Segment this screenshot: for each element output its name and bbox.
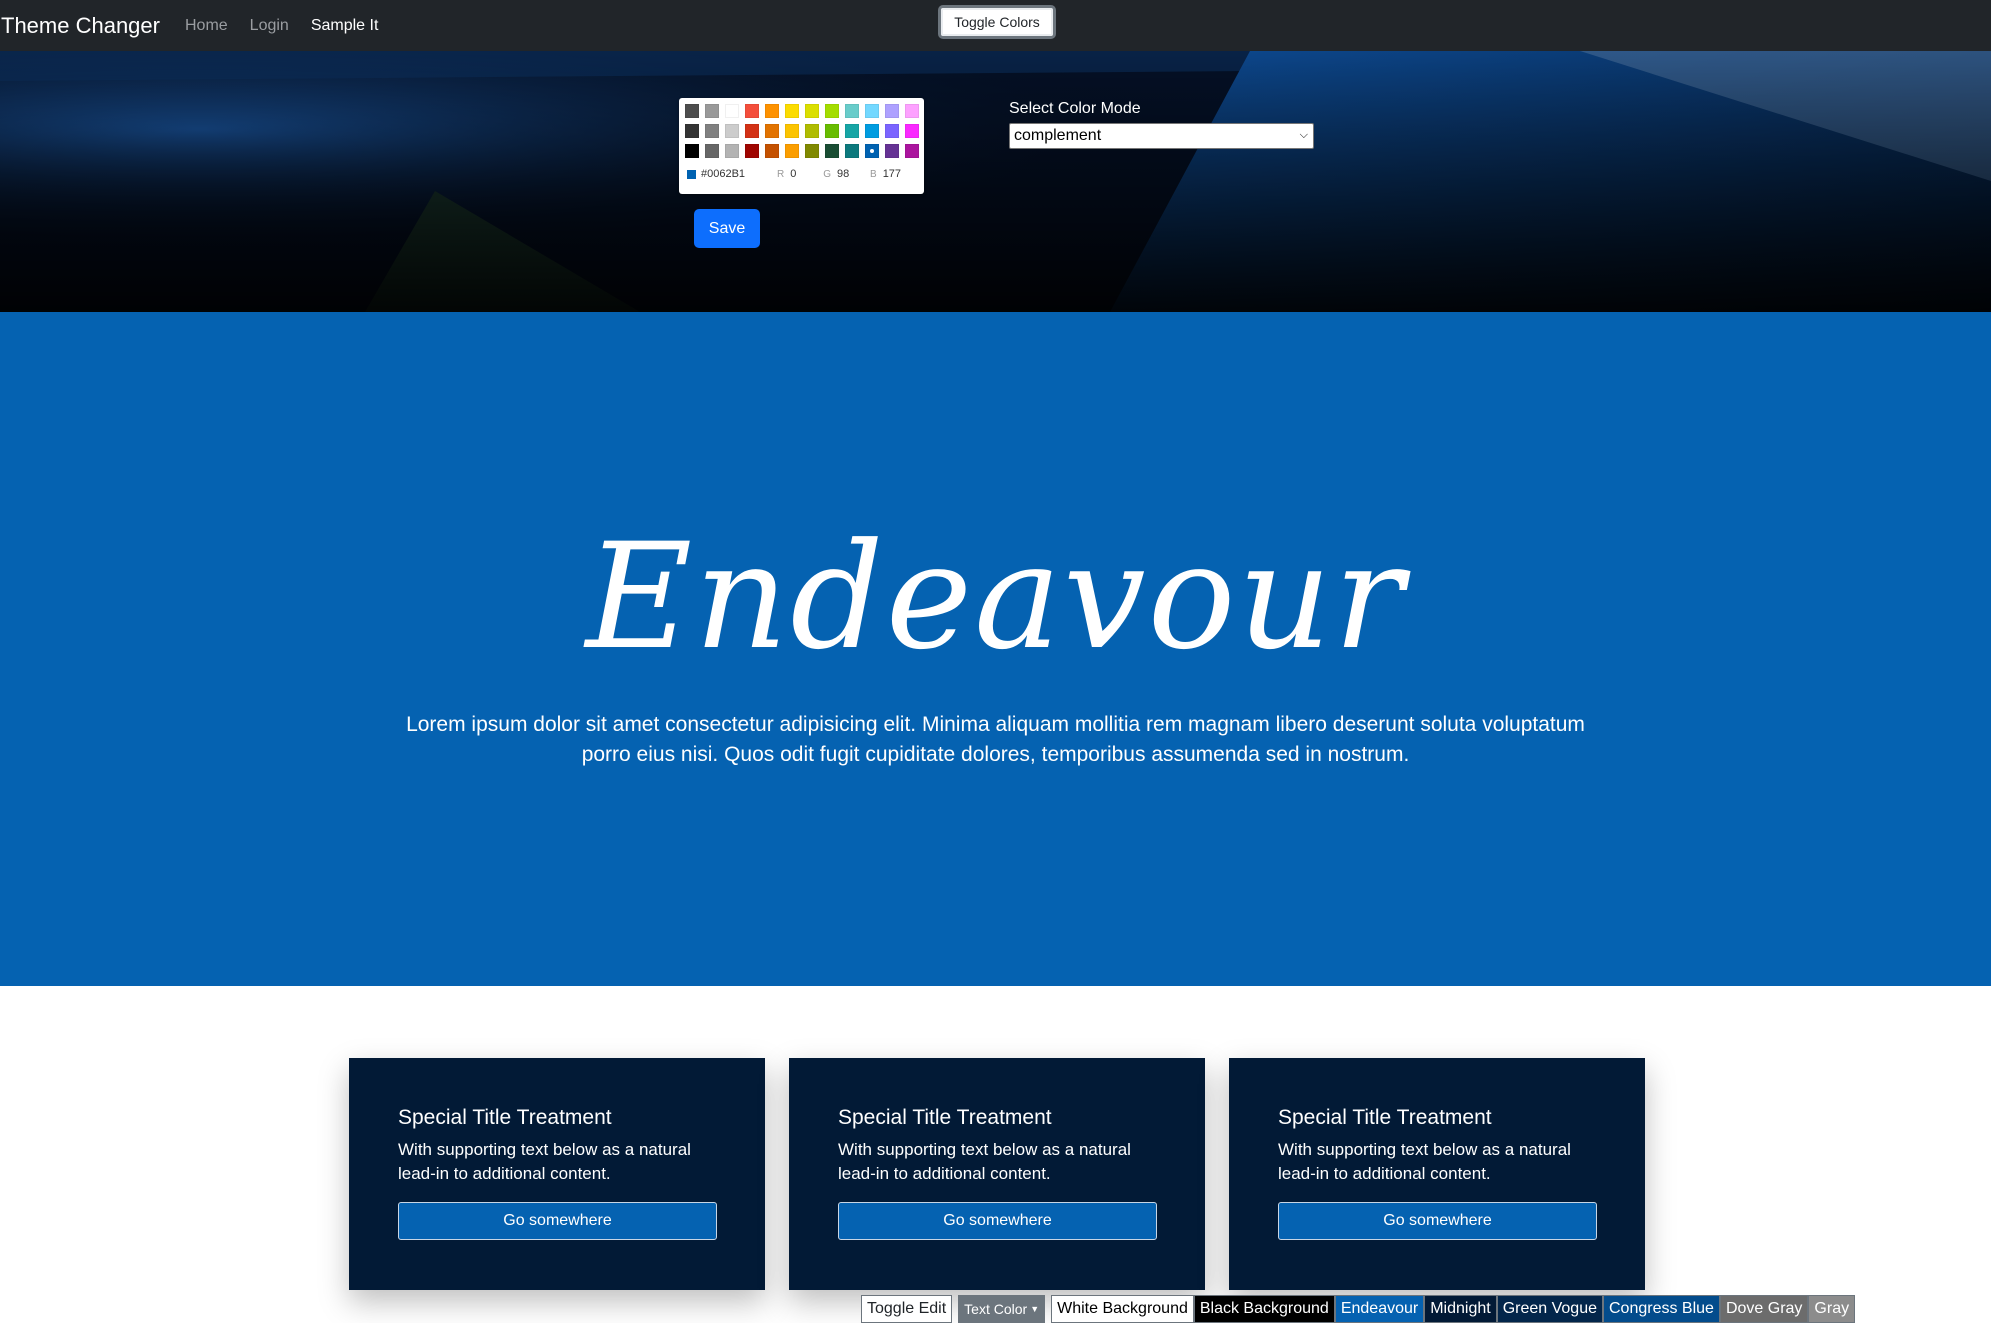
color-swatch[interactable] <box>825 104 839 118</box>
chevron-down-icon: ⌵ <box>1299 129 1308 141</box>
navbar: Theme Changer Home Login Sample It Toggl… <box>0 0 1991 51</box>
color-mode-select[interactable]: complement ⌵ <box>1009 123 1314 149</box>
color-swatch[interactable] <box>865 144 879 158</box>
card: Special Title Treatment With supporting … <box>349 1058 765 1290</box>
color-swatch[interactable] <box>825 144 839 158</box>
color-swatch[interactable] <box>865 124 879 138</box>
text-color-dropdown[interactable]: Text Color ▼ <box>958 1295 1046 1323</box>
theme-button-dove-gray[interactable]: Dove Gray <box>1719 1295 1809 1323</box>
hero-band: #0062B1 R 0 G 98 B 177 Save Select Color… <box>0 51 1991 312</box>
theme-button-green-vogue[interactable]: Green Vogue <box>1496 1295 1603 1323</box>
color-mode-label: Select Color Mode <box>1009 100 1141 117</box>
nav-link-login[interactable]: Login <box>250 17 289 35</box>
color-swatch[interactable] <box>685 124 699 138</box>
color-swatch[interactable] <box>705 144 719 158</box>
caret-down-icon: ▼ <box>1030 1304 1040 1314</box>
theme-button-white-background[interactable]: White Background <box>1051 1295 1194 1323</box>
brand-logo[interactable]: Theme Changer <box>1 13 160 39</box>
card-text: With supporting text below as a natural … <box>1278 1140 1571 1183</box>
theme-button-black-background[interactable]: Black Background <box>1193 1295 1335 1323</box>
toggle-colors-button[interactable]: Toggle Colors <box>938 5 1056 39</box>
color-swatch[interactable] <box>765 104 779 118</box>
card: Special Title Treatment With supporting … <box>1229 1058 1645 1290</box>
color-swatch[interactable] <box>885 144 899 158</box>
color-swatch[interactable] <box>885 104 899 118</box>
nav-link-sample-it[interactable]: Sample It <box>311 17 379 35</box>
color-swatch[interactable] <box>885 124 899 138</box>
text-color-label: Text Color <box>964 1301 1028 1317</box>
color-swatch[interactable] <box>845 144 859 158</box>
card-title: Special Title Treatment <box>1278 1106 1492 1129</box>
color-swatch[interactable] <box>845 124 859 138</box>
color-swatch[interactable] <box>905 124 919 138</box>
card-title: Special Title Treatment <box>398 1106 612 1129</box>
color-swatch[interactable] <box>725 144 739 158</box>
color-swatch[interactable] <box>705 124 719 138</box>
r-label: R <box>777 168 785 180</box>
toggle-edit-button[interactable]: Toggle Edit <box>861 1295 953 1323</box>
card: Special Title Treatment With supporting … <box>789 1058 1205 1290</box>
current-color-swatch <box>687 169 696 179</box>
color-swatch[interactable] <box>725 124 739 138</box>
theme-toolbar: Toggle Edit Text Color ▼ White Backgroun… <box>861 1295 1856 1323</box>
theme-buttons: White Background Black Background Endeavou… <box>1051 1295 1856 1323</box>
color-swatch[interactable] <box>785 124 799 138</box>
go-somewhere-button[interactable]: Go somewhere <box>398 1202 717 1240</box>
color-swatch[interactable] <box>685 144 699 158</box>
theme-button-gray[interactable]: Gray <box>1808 1295 1856 1323</box>
hero-background-art <box>0 51 1991 312</box>
color-swatch[interactable] <box>785 104 799 118</box>
theme-button-midnight[interactable]: Midnight <box>1424 1295 1497 1323</box>
color-swatch[interactable] <box>745 124 759 138</box>
hex-input[interactable]: #0062B1 <box>701 168 777 180</box>
color-swatch[interactable] <box>805 124 819 138</box>
g-label: G <box>823 168 832 180</box>
color-swatch[interactable] <box>765 124 779 138</box>
theme-button-endeavour[interactable]: Endeavour <box>1334 1295 1425 1323</box>
go-somewhere-button[interactable]: Go somewhere <box>838 1202 1157 1240</box>
color-swatch[interactable] <box>905 144 919 158</box>
nav-link-home[interactable]: Home <box>185 17 228 35</box>
color-swatch[interactable] <box>805 144 819 158</box>
hero-title: Endeavour <box>585 512 1406 682</box>
color-mode-value: complement <box>1014 127 1102 144</box>
cards-row: Special Title Treatment With supporting … <box>349 1058 1645 1290</box>
color-swatch[interactable] <box>745 144 759 158</box>
color-swatch[interactable] <box>785 144 799 158</box>
color-swatch[interactable] <box>745 104 759 118</box>
b-input[interactable]: 177 <box>883 168 916 180</box>
hero-text: Lorem ipsum dolor sit amet consectetur a… <box>406 713 1585 766</box>
color-swatch[interactable] <box>725 104 739 118</box>
color-swatch[interactable] <box>765 144 779 158</box>
color-swatch[interactable] <box>805 104 819 118</box>
card-text: With supporting text below as a natural … <box>398 1140 691 1183</box>
save-button[interactable]: Save <box>694 209 760 248</box>
go-somewhere-button[interactable]: Go somewhere <box>1278 1202 1597 1240</box>
color-swatch[interactable] <box>905 104 919 118</box>
g-input[interactable]: 98 <box>837 168 870 180</box>
color-swatch[interactable] <box>865 104 879 118</box>
color-picker[interactable]: #0062B1 R 0 G 98 B 177 <box>679 98 924 194</box>
color-swatch[interactable] <box>705 104 719 118</box>
color-swatch[interactable] <box>845 104 859 118</box>
swatch-grid <box>685 104 919 158</box>
r-input[interactable]: 0 <box>790 168 823 180</box>
hero-section: Endeavour Lorem ipsum dolor sit amet con… <box>0 312 1991 986</box>
theme-button-congress-blue[interactable]: Congress Blue <box>1603 1295 1720 1323</box>
card-title: Special Title Treatment <box>838 1106 1052 1129</box>
color-swatch[interactable] <box>685 104 699 118</box>
color-swatch[interactable] <box>825 124 839 138</box>
card-text: With supporting text below as a natural … <box>838 1140 1131 1183</box>
picker-fields: #0062B1 R 0 G 98 B 177 <box>687 168 916 180</box>
b-label: B <box>870 168 877 180</box>
